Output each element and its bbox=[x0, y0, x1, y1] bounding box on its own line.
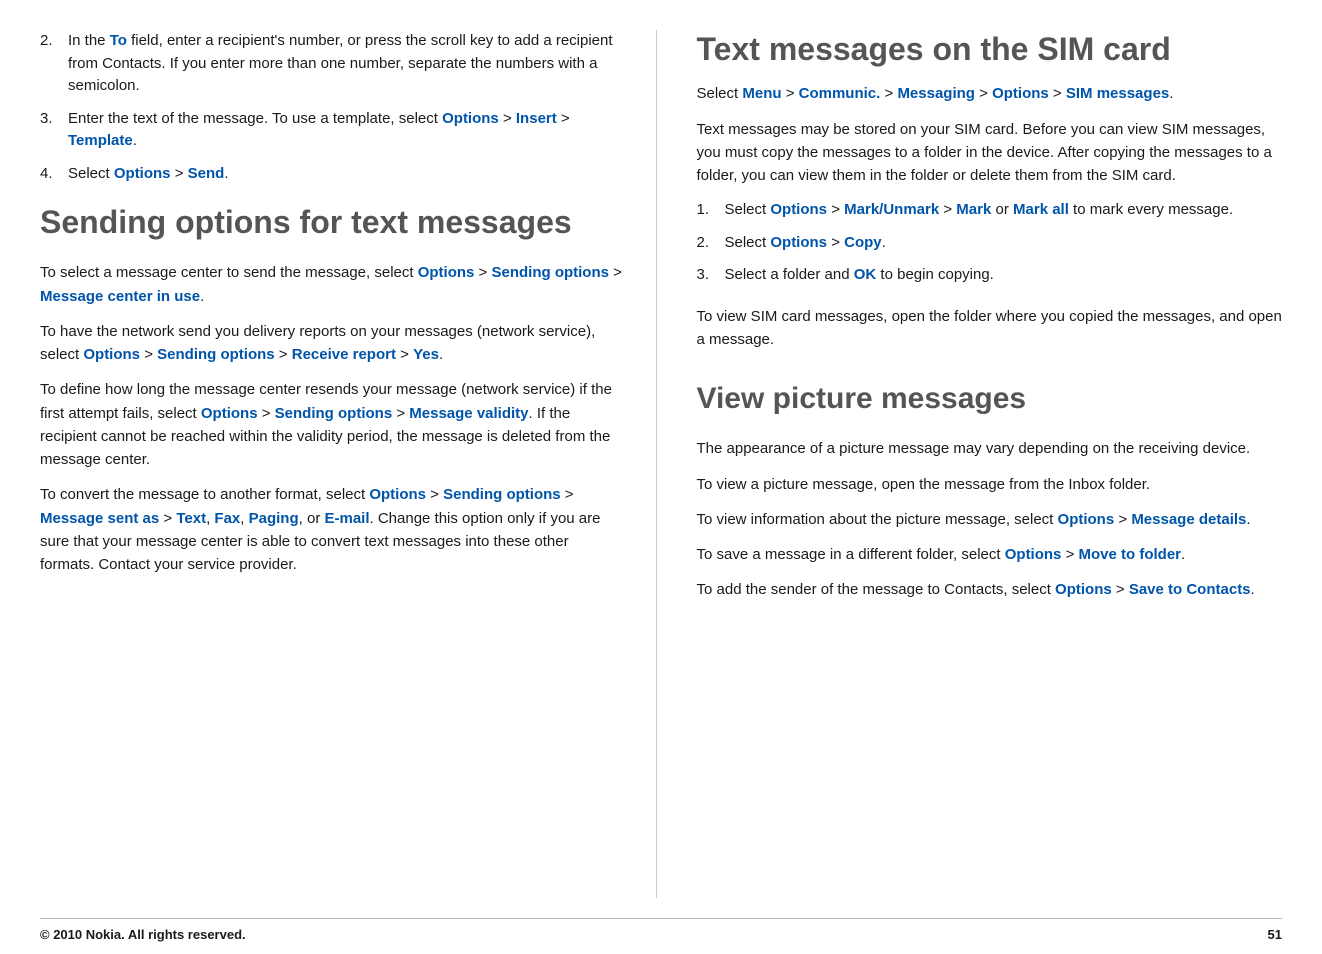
list-num: 3. bbox=[697, 264, 725, 287]
intro-list: 2. In the To field, enter a recipient's … bbox=[40, 30, 626, 185]
mark-all-link: Mark all bbox=[1013, 201, 1069, 218]
save-to-contacts-link: Save to Contacts bbox=[1129, 581, 1251, 598]
paging-link: Paging bbox=[249, 510, 299, 527]
picture-section: View picture messages The appearance of … bbox=[697, 381, 1283, 601]
menu-link: Menu bbox=[742, 85, 781, 102]
options-link: Options bbox=[1005, 546, 1062, 563]
sending-options-link: Sending options bbox=[275, 405, 393, 422]
text-link: Text bbox=[176, 510, 206, 527]
page-number: 51 bbox=[1268, 927, 1282, 942]
message-sent-as-link: Message sent as bbox=[40, 510, 159, 527]
template-link: Template bbox=[68, 132, 133, 149]
footer: © 2010 Nokia. All rights reserved. 51 bbox=[0, 919, 1322, 954]
sending-options-link: Sending options bbox=[157, 346, 275, 363]
options-link: Options bbox=[770, 234, 827, 251]
messaging-link: Messaging bbox=[897, 85, 975, 102]
paragraph: To have the network send you delivery re… bbox=[40, 320, 626, 367]
sim-steps-list: 1. Select Options > Mark/Unmark > Mark o… bbox=[697, 199, 1283, 287]
list-content: Select Options > Mark/Unmark > Mark or M… bbox=[725, 199, 1234, 222]
options-link: Options bbox=[1055, 581, 1112, 598]
list-num: 3. bbox=[40, 108, 68, 153]
list-content: Select Options > Copy. bbox=[725, 232, 886, 255]
fax-link: Fax bbox=[214, 510, 240, 527]
sending-options-title: Sending options for text messages bbox=[40, 203, 626, 241]
copy-link: Copy bbox=[844, 234, 882, 251]
paragraph: To convert the message to another format… bbox=[40, 483, 626, 576]
left-column: 2. In the To field, enter a recipient's … bbox=[40, 30, 657, 898]
sim-nav: Select Menu > Communic. > Messaging > Op… bbox=[697, 82, 1283, 105]
sending-options-link: Sending options bbox=[491, 264, 609, 281]
sim-outro: To view SIM card messages, open the fold… bbox=[697, 305, 1283, 352]
list-num: 4. bbox=[40, 163, 68, 186]
communic-link: Communic. bbox=[799, 85, 881, 102]
copyright: © 2010 Nokia. All rights reserved. bbox=[40, 927, 246, 942]
sim-section-title: Text messages on the SIM card bbox=[697, 30, 1283, 68]
options-link: Options bbox=[114, 165, 171, 182]
list-num: 1. bbox=[697, 199, 725, 222]
paragraph: To view information about the picture me… bbox=[697, 508, 1283, 531]
options-link: Options bbox=[83, 346, 140, 363]
to-link: To bbox=[110, 32, 127, 49]
message-details-link: Message details bbox=[1131, 511, 1246, 528]
list-item: 4. Select Options > Send. bbox=[40, 163, 626, 186]
paragraph: To define how long the message center re… bbox=[40, 378, 626, 471]
ok-link: OK bbox=[854, 266, 877, 283]
list-item: 3. Select a folder and OK to begin copyi… bbox=[697, 264, 1283, 287]
list-item: 2. In the To field, enter a recipient's … bbox=[40, 30, 626, 98]
message-center-link: Message center in use bbox=[40, 288, 200, 305]
list-content: In the To field, enter a recipient's num… bbox=[68, 30, 626, 98]
sending-options-link: Sending options bbox=[443, 486, 561, 503]
options-link: Options bbox=[770, 201, 827, 218]
paragraph: To save a message in a different folder,… bbox=[697, 543, 1283, 566]
list-item: 2. Select Options > Copy. bbox=[697, 232, 1283, 255]
paragraph: To view a picture message, open the mess… bbox=[697, 473, 1283, 496]
list-content: Select a folder and OK to begin copying. bbox=[725, 264, 994, 287]
options-link: Options bbox=[369, 486, 426, 503]
receive-report-link: Receive report bbox=[292, 346, 396, 363]
options-link: Options bbox=[1058, 511, 1115, 528]
options-link: Options bbox=[442, 110, 499, 127]
list-content: Enter the text of the message. To use a … bbox=[68, 108, 626, 153]
options-link: Options bbox=[201, 405, 258, 422]
move-to-folder-link: Move to folder bbox=[1079, 546, 1182, 563]
list-num: 2. bbox=[697, 232, 725, 255]
sim-intro: Text messages may be stored on your SIM … bbox=[697, 118, 1283, 188]
yes-link: Yes bbox=[413, 346, 439, 363]
options-link: Options bbox=[418, 264, 475, 281]
right-column: Text messages on the SIM card Select Men… bbox=[687, 30, 1283, 898]
sim-messages-link: SIM messages bbox=[1066, 85, 1169, 102]
sim-section: Text messages on the SIM card Select Men… bbox=[697, 30, 1283, 351]
paragraph: To add the sender of the message to Cont… bbox=[697, 578, 1283, 601]
mark-unmark-link: Mark/Unmark bbox=[844, 201, 939, 218]
list-item: 1. Select Options > Mark/Unmark > Mark o… bbox=[697, 199, 1283, 222]
message-validity-link: Message validity bbox=[409, 405, 528, 422]
mark-link: Mark bbox=[956, 201, 991, 218]
paragraph: The appearance of a picture message may … bbox=[697, 437, 1283, 460]
picture-section-title: View picture messages bbox=[697, 381, 1283, 417]
insert-link: Insert bbox=[516, 110, 557, 127]
paragraph: To select a message center to send the m… bbox=[40, 261, 626, 308]
list-content: Select Options > Send. bbox=[68, 163, 229, 186]
list-num: 2. bbox=[40, 30, 68, 98]
email-link: E-mail bbox=[324, 510, 369, 527]
list-item: 3. Enter the text of the message. To use… bbox=[40, 108, 626, 153]
send-link: Send bbox=[188, 165, 225, 182]
options-link: Options bbox=[992, 85, 1049, 102]
